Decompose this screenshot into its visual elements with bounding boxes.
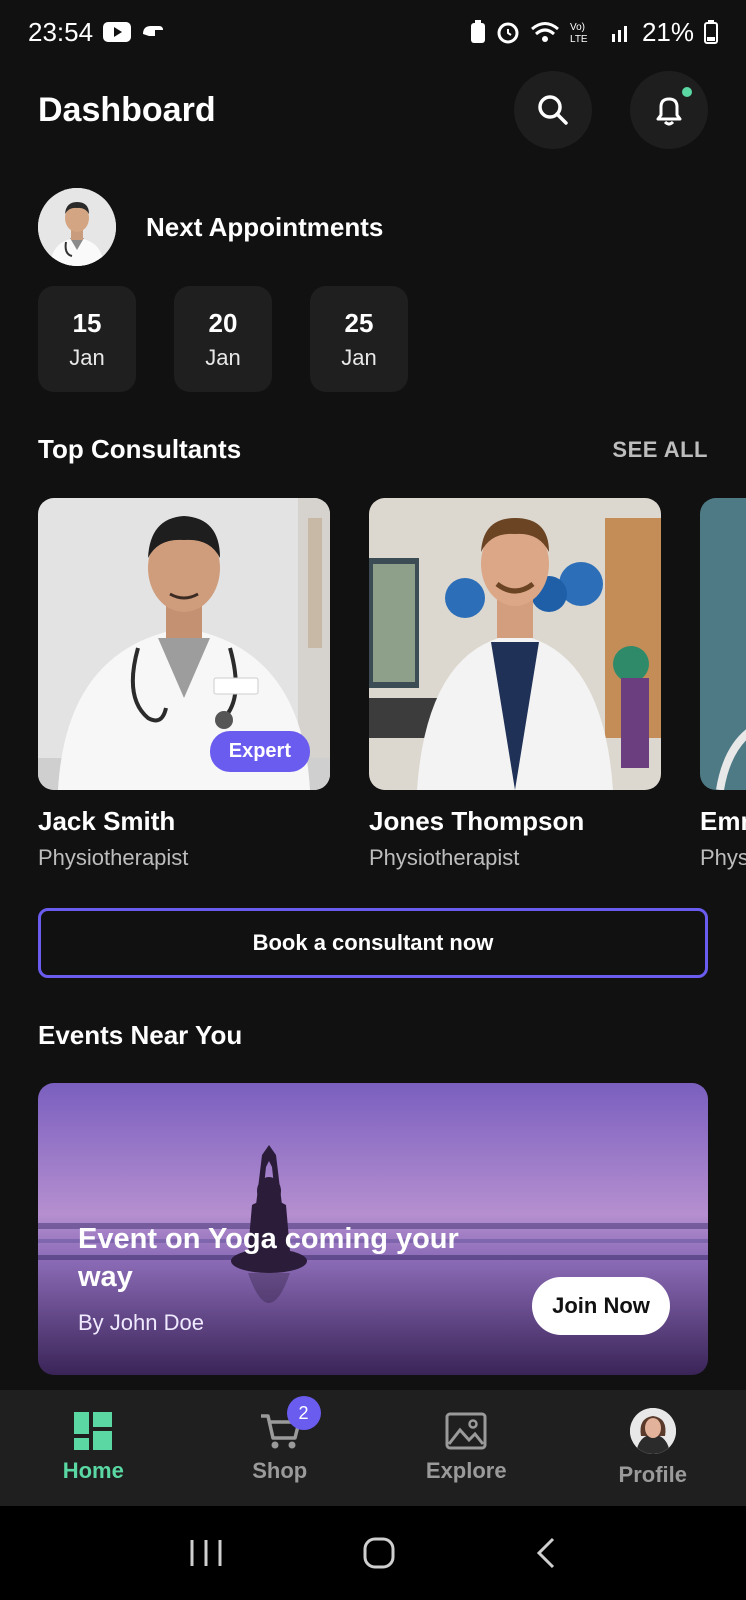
bottom-nav: Home 2 Shop Explore Profile (0, 1390, 746, 1506)
date-day: 25 (344, 307, 374, 338)
avatar[interactable] (38, 188, 116, 266)
doctor-avatar-image (38, 188, 116, 266)
bell-icon (656, 97, 682, 126)
expert-badge: Expert (209, 731, 310, 772)
consultant-name: Emm (700, 806, 746, 836)
consultants-title: Top Consultants (38, 434, 242, 464)
date-month: Jan (205, 344, 241, 370)
join-now-button[interactable]: Join Now (532, 1277, 670, 1335)
nav-profile[interactable]: Profile (560, 1390, 746, 1506)
status-bar: 23:54 Vo) LTE 21% (0, 0, 746, 64)
recent-apps-icon[interactable] (189, 1538, 223, 1568)
cart-count-badge: 2 (286, 1396, 321, 1430)
consultant-photo-image (700, 498, 746, 790)
date-day: 15 (72, 307, 102, 338)
appointment-date-card[interactable]: 15 Jan (38, 286, 136, 392)
consultant-card[interactable]: Jones Thompson Physiotherapist (369, 498, 661, 871)
avatar (629, 1408, 676, 1454)
alarm-icon (497, 22, 519, 44)
battery-icon (704, 20, 718, 44)
app-notification-icon (143, 26, 164, 36)
consultant-name: Jack Smith (38, 806, 176, 836)
nav-label: Profile (618, 1462, 687, 1487)
nav-label: Explore (425, 1458, 507, 1483)
home-button-icon[interactable] (362, 1536, 396, 1570)
home-grid-icon (74, 1412, 113, 1450)
header-actions (514, 71, 708, 149)
event-card[interactable]: Event on Yoga coming your way By John Do… (38, 1083, 708, 1375)
notifications-button[interactable] (630, 71, 708, 149)
back-icon[interactable] (535, 1536, 557, 1570)
consultants-carousel[interactable]: Expert Jack Smith Physiotherapist Jones … (38, 498, 746, 878)
date-month: Jan (341, 344, 377, 370)
svg-text:LTE: LTE (570, 34, 588, 44)
consultant-role: Phys (700, 845, 746, 870)
consultant-photo (700, 498, 746, 790)
search-icon (538, 95, 568, 125)
status-left: 23:54 (28, 17, 165, 48)
page-title: Dashboard (38, 90, 216, 129)
consultant-photo: Expert (38, 498, 330, 790)
consultants-header: Top Consultants SEE ALL (38, 434, 708, 465)
lte-icon: Vo)LTE (570, 22, 588, 44)
header: Dashboard (38, 70, 708, 150)
events-title: Events Near You (38, 1020, 243, 1050)
profile-avatar-image (629, 1408, 676, 1454)
youtube-icon (103, 22, 132, 42)
consultant-role: Physiotherapist (38, 845, 189, 870)
search-button[interactable] (514, 71, 592, 149)
book-consultant-button[interactable]: Book a consultant now (38, 908, 708, 978)
appointments-title: Next Appointments (146, 211, 384, 242)
battery-percent: 21% (641, 16, 694, 47)
event-title: Event on Yoga coming your way (78, 1223, 459, 1293)
consultant-role: Physiotherapist (369, 845, 520, 870)
event-author: By John Doe (78, 1310, 204, 1336)
nav-explore[interactable]: Explore (373, 1390, 560, 1506)
battery-saver-icon (470, 20, 485, 43)
event-text: Event on Yoga coming your way By John Do… (78, 1221, 498, 1336)
status-right: Vo) LTE 21% (470, 17, 718, 48)
nav-shop[interactable]: 2 Shop (187, 1390, 374, 1506)
appointments-header: Next Appointments (38, 188, 383, 266)
events-header: Events Near You (38, 1020, 708, 1051)
nav-label: Home (62, 1458, 124, 1483)
appointment-dates: 15 Jan 20 Jan 25 Jan (38, 286, 408, 392)
date-day: 20 (208, 307, 238, 338)
see-all-link[interactable]: SEE ALL (612, 437, 708, 463)
notification-dot (682, 87, 692, 97)
svg-text:Vo): Vo) (570, 22, 585, 33)
wifi-icon (530, 22, 559, 42)
consultant-card[interactable]: Expert Jack Smith Physiotherapist (38, 498, 330, 871)
appointment-date-card[interactable]: 20 Jan (174, 286, 272, 392)
consultant-photo (369, 498, 661, 790)
status-time: 23:54 (28, 16, 94, 47)
system-nav (0, 1506, 746, 1600)
consultant-name: Jones Thompson (369, 806, 585, 836)
date-month: Jan (69, 344, 105, 370)
image-icon (445, 1412, 487, 1450)
signal-icon (611, 26, 627, 42)
appointment-date-card[interactable]: 25 Jan (310, 286, 408, 392)
physio-photo-image (369, 498, 661, 790)
consultant-card[interactable]: Emm Phys (700, 498, 746, 871)
nav-label: Shop (252, 1458, 308, 1483)
nav-home[interactable]: Home (0, 1390, 187, 1506)
